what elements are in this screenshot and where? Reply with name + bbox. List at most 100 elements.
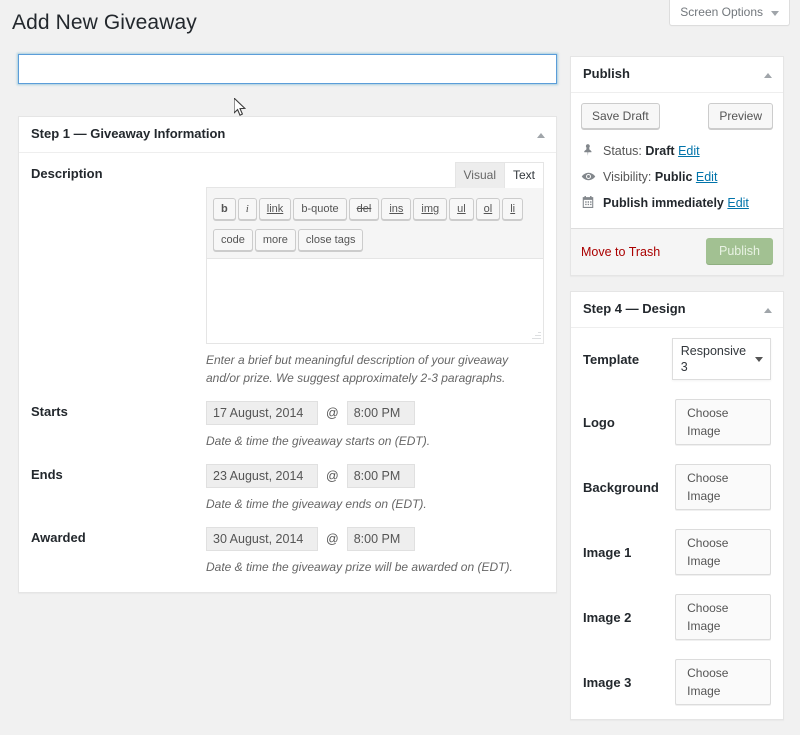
ends-help: Date & time the giveaway ends on (EDT). xyxy=(206,496,427,511)
qt-more-button[interactable]: more xyxy=(254,228,296,251)
description-row: Description Visual Text b i link b-quote del i… xyxy=(31,162,544,387)
quicktags-row-2: code more close tags xyxy=(213,224,537,254)
image3-row: Image 3 Choose Image xyxy=(583,659,771,706)
ends-time-input[interactable] xyxy=(346,463,415,488)
step1-header[interactable]: Step 1 — Giveaway Information xyxy=(19,117,556,154)
publish-body: Save Draft Preview Status: Draft Edit Vi… xyxy=(571,93,783,228)
publish-header[interactable]: Publish xyxy=(571,57,783,94)
ends-label: Ends xyxy=(31,466,63,482)
qt-li-button[interactable]: li xyxy=(502,198,524,221)
qt-img-button[interactable]: img xyxy=(413,198,448,221)
awarded-field: @ Date & time the giveaway prize will be… xyxy=(206,526,544,576)
qt-italic-button[interactable]: i xyxy=(237,198,257,221)
chevron-up-icon[interactable] xyxy=(537,132,545,138)
starts-help: Date & time the giveaway starts on (EDT)… xyxy=(206,433,431,448)
background-row: Background Choose Image xyxy=(583,464,771,511)
logo-row: Logo Choose Image xyxy=(583,399,771,446)
ends-datetime: @ xyxy=(206,463,544,488)
qt-closetags-button[interactable]: close tags xyxy=(297,228,364,251)
visibility-edit-link[interactable]: Edit xyxy=(696,170,718,184)
status-line: Status: Draft Edit xyxy=(581,142,773,160)
status-value: Draft xyxy=(645,144,675,159)
preview-button[interactable]: Preview xyxy=(708,103,773,130)
schedule-line: Publish immediately Edit xyxy=(581,194,773,212)
visibility-value: Public xyxy=(654,170,693,185)
quicktags-row-1: b i link b-quote del ins img ul ol li xyxy=(213,193,537,223)
template-row: Template Responsive 3 xyxy=(583,338,771,381)
screen-options-tab[interactable]: Screen Options xyxy=(669,0,790,26)
image3-label: Image 3 xyxy=(583,674,632,690)
pin-icon xyxy=(581,143,597,159)
logo-choose-image-button[interactable]: Choose Image xyxy=(675,399,771,446)
publish-actions: Save Draft Preview xyxy=(581,103,773,133)
description-label: Description xyxy=(31,166,103,182)
design-header[interactable]: Step 4 — Design xyxy=(571,292,783,329)
editor-wrap: b i link b-quote del ins img ul ol li code more clo… xyxy=(206,187,544,344)
publish-footer: Move to Trash Publish xyxy=(571,228,783,276)
template-selected-value: Responsive 3 xyxy=(680,344,747,375)
screen-options-label: Screen Options xyxy=(680,5,763,19)
background-label: Background xyxy=(583,479,659,495)
starts-field: @ Date & time the giveaway starts on (ED… xyxy=(206,400,544,450)
tab-text[interactable]: Text xyxy=(503,162,544,189)
description-help: Enter a brief but meaningful description… xyxy=(206,352,509,385)
status-prefix: Status: xyxy=(603,144,642,159)
publish-header-title: Publish xyxy=(583,66,630,81)
publish-postbox: Publish Save Draft Preview Status: Draft… xyxy=(570,56,784,277)
calendar-icon xyxy=(581,195,597,211)
template-select[interactable]: Responsive 3 xyxy=(671,338,771,381)
awarded-row: Awarded @ Date & time the giveaway prize… xyxy=(31,526,544,576)
page-title: Add New Giveaway xyxy=(12,11,197,34)
status-edit-link[interactable]: Edit xyxy=(678,144,700,158)
awarded-help: Date & time the giveaway prize will be a… xyxy=(206,559,513,574)
logo-label: Logo xyxy=(583,414,615,430)
visibility-prefix: Visibility: xyxy=(603,170,652,185)
quicktags-toolbar: b i link b-quote del ins img ul ol li code more clo… xyxy=(207,188,543,259)
qt-ol-button[interactable]: ol xyxy=(475,198,501,221)
step1-header-title: Step 1 — Giveaway Information xyxy=(31,126,226,141)
qt-bold-button[interactable]: b xyxy=(213,198,236,221)
tab-visual[interactable]: Visual xyxy=(454,162,505,189)
design-header-title: Step 4 — Design xyxy=(583,301,686,317)
step1-body: Description Visual Text b i link b-quote del i… xyxy=(19,153,556,592)
publish-button[interactable]: Publish xyxy=(706,238,773,265)
starts-label: Starts xyxy=(31,403,68,419)
background-choose-image-button[interactable]: Choose Image xyxy=(675,464,771,511)
move-to-trash-link[interactable]: Move to Trash xyxy=(581,245,660,259)
chevron-down-icon xyxy=(771,10,779,16)
schedule-edit-link[interactable]: Edit xyxy=(727,196,749,210)
side-column: Publish Save Draft Preview Status: Draft… xyxy=(570,56,784,735)
qt-ul-button[interactable]: ul xyxy=(449,198,474,221)
image3-choose-image-button[interactable]: Choose Image xyxy=(675,659,771,706)
description-textarea[interactable] xyxy=(207,258,543,343)
image1-label: Image 1 xyxy=(583,544,632,560)
chevron-up-icon[interactable] xyxy=(764,72,772,78)
chevron-up-icon[interactable] xyxy=(764,307,772,313)
awarded-date-input[interactable] xyxy=(206,526,318,551)
qt-del-button[interactable]: del xyxy=(348,198,380,221)
qt-ins-button[interactable]: ins xyxy=(381,198,412,221)
ends-at-separator: @ xyxy=(326,468,339,483)
main-column: Step 1 — Giveaway Information Descriptio… xyxy=(18,116,557,608)
qt-bquote-button[interactable]: b-quote xyxy=(293,198,347,221)
template-label: Template xyxy=(583,351,640,367)
awarded-datetime: @ xyxy=(206,526,544,551)
giveaway-title-input[interactable] xyxy=(18,54,557,84)
eye-icon xyxy=(581,169,597,185)
qt-link-button[interactable]: link xyxy=(258,198,292,221)
awarded-time-input[interactable] xyxy=(346,526,415,551)
starts-date-input[interactable] xyxy=(206,400,318,425)
image1-choose-image-button[interactable]: Choose Image xyxy=(675,529,771,576)
editor-mode-tabs: Visual Text xyxy=(206,162,544,189)
image2-row: Image 2 Choose Image xyxy=(583,594,771,641)
starts-time-input[interactable] xyxy=(346,400,415,425)
step1-postbox: Step 1 — Giveaway Information Descriptio… xyxy=(18,116,557,593)
save-draft-button[interactable]: Save Draft xyxy=(581,103,660,130)
design-body: Template Responsive 3 Logo Choose Image … xyxy=(571,328,783,719)
visibility-line: Visibility: Public Edit xyxy=(581,168,773,186)
ends-date-input[interactable] xyxy=(206,463,318,488)
qt-code-button[interactable]: code xyxy=(213,228,253,251)
image2-choose-image-button[interactable]: Choose Image xyxy=(675,594,771,641)
screen-meta-links: Screen Options xyxy=(669,0,790,26)
starts-at-separator: @ xyxy=(326,405,339,420)
